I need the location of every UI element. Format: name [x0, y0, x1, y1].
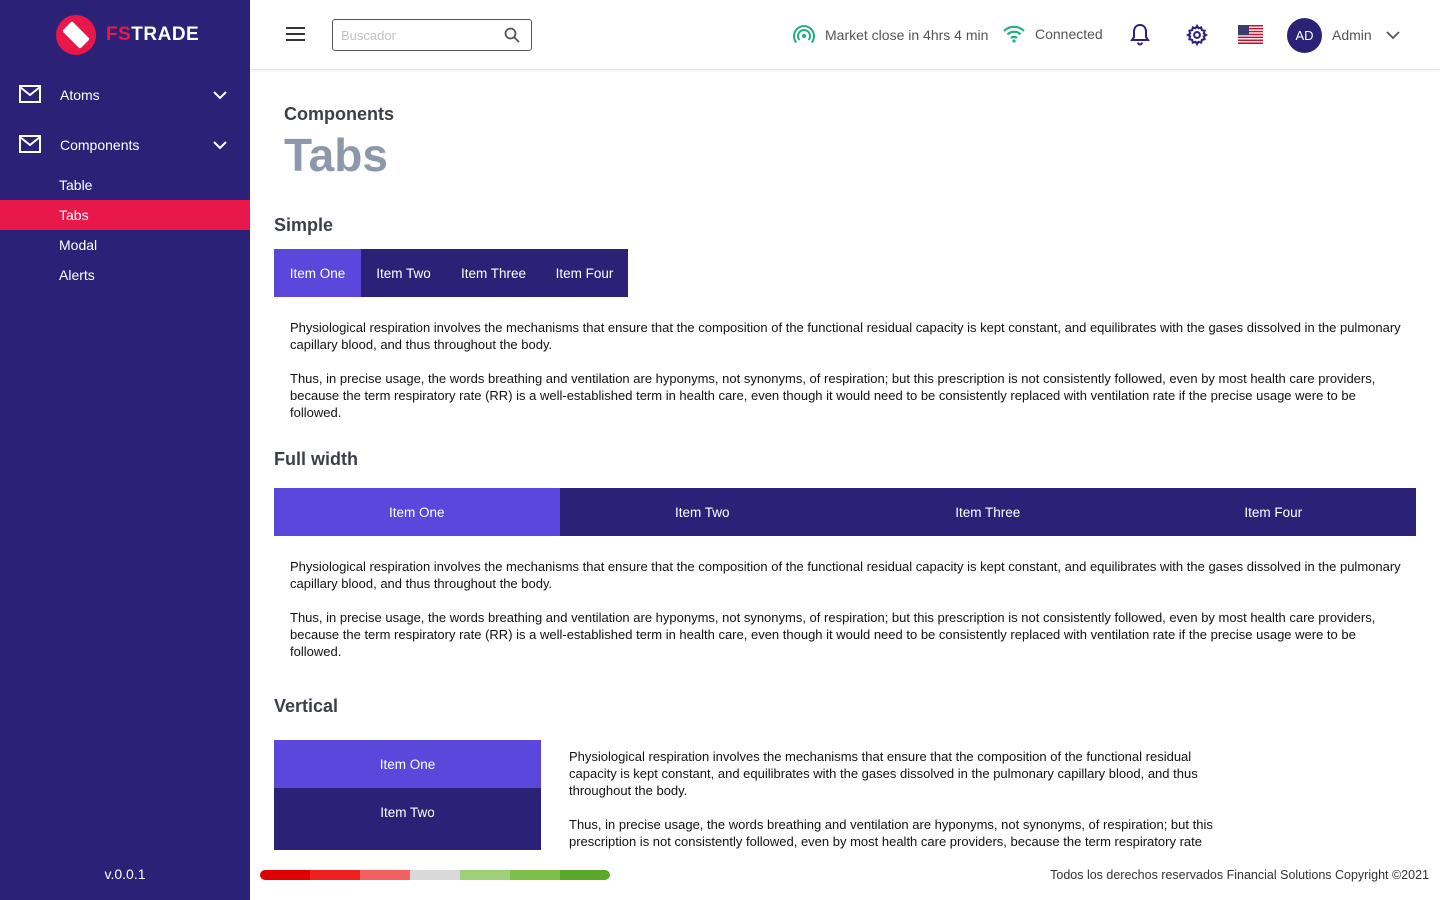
mail-icon	[19, 135, 41, 153]
bell-icon[interactable]	[1130, 23, 1150, 47]
tab-content-paragraph: Physiological respiration involves the m…	[290, 320, 1401, 352]
risk-indicator-bar	[260, 870, 610, 880]
tab-content-paragraph: Thus, in precise usage, the words breath…	[290, 610, 1376, 659]
sidebar-item-table[interactable]: Table	[0, 170, 250, 200]
copyright-text: Todos los derechos reservados Financial …	[1050, 868, 1429, 882]
brand-name: FSTRADE	[106, 24, 200, 45]
tab-item-one[interactable]: Item One	[274, 488, 560, 536]
section-title-full-width: Full width	[274, 449, 358, 469]
risk-segment	[360, 870, 410, 880]
section-title-simple: Simple	[274, 215, 334, 235]
logo-icon	[56, 15, 96, 55]
search-box	[332, 19, 532, 51]
us-flag-icon[interactable]	[1238, 25, 1263, 44]
risk-segment	[260, 870, 310, 880]
vertical-tabs: Item One Item Two	[274, 740, 541, 850]
simple-tabs: Item One Item Two Item Three Item Four	[274, 249, 628, 297]
tab-item-three[interactable]: Item Three	[446, 249, 541, 297]
tab-item-four[interactable]: Item Four	[541, 249, 628, 297]
tab-item-two[interactable]: Item Two	[559, 488, 845, 536]
section-title-vertical: Vertical	[274, 696, 339, 716]
chevron-down-icon[interactable]	[212, 87, 228, 103]
sidebar: FSTRADE Atoms Components Table Tabs Moda…	[0, 0, 250, 900]
menu-toggle-button[interactable]	[286, 26, 306, 42]
sidebar-item-modal[interactable]: Modal	[0, 230, 250, 260]
mail-icon	[19, 85, 41, 103]
sidebar-group-atoms[interactable]: Atoms	[0, 75, 250, 115]
sidebar-group-components[interactable]: Components	[0, 125, 250, 165]
risk-segment	[510, 870, 560, 880]
top-header: Market close in 4hrs 4 min Connected AD …	[250, 0, 1440, 70]
tab-content-paragraph: Thus, in precise usage, the words breath…	[290, 371, 1376, 420]
tab-item-two[interactable]: Item Two	[274, 788, 541, 836]
broadcast-icon	[793, 25, 815, 44]
sidebar-group-label: Components	[60, 137, 140, 153]
sidebar-item-alerts[interactable]: Alerts	[0, 260, 250, 290]
market-status: Market close in 4hrs 4 min	[793, 25, 988, 45]
app-version: v.0.0.1	[104, 866, 146, 882]
tab-content-paragraph: Physiological respiration involves the m…	[569, 749, 1198, 798]
tab-content-paragraph: Physiological respiration involves the m…	[290, 559, 1401, 591]
sidebar-item-tabs[interactable]: Tabs	[0, 200, 250, 230]
breadcrumb: Components	[284, 104, 394, 124]
chevron-down-icon[interactable]	[212, 137, 228, 153]
full-width-tabs: Item One Item Two Item Three Item Four	[274, 488, 1416, 536]
sidebar-group-label: Atoms	[60, 87, 100, 103]
brand-logo[interactable]: FSTRADE	[56, 15, 199, 55]
gear-icon[interactable]	[1186, 23, 1208, 47]
search-icon[interactable]	[503, 26, 521, 44]
tab-item-four[interactable]: Item Four	[1130, 488, 1416, 536]
tab-content-paragraph: Thus, in precise usage, the words breath…	[569, 817, 1213, 849]
risk-segment	[410, 870, 460, 880]
market-status-text: Market close in 4hrs 4 min	[825, 27, 989, 43]
search-input[interactable]	[341, 26, 501, 44]
tab-item-one[interactable]: Item One	[274, 740, 541, 788]
wifi-icon	[1003, 25, 1025, 43]
connection-status-text: Connected	[1035, 26, 1103, 42]
risk-segment	[310, 870, 360, 880]
risk-segment	[560, 870, 610, 880]
page-title: Tabs	[284, 129, 388, 181]
tab-item-two[interactable]: Item Two	[361, 249, 446, 297]
user-name[interactable]: Admin	[1332, 27, 1372, 43]
avatar[interactable]: AD	[1287, 18, 1322, 53]
tab-item-three[interactable]: Item Three	[845, 488, 1131, 536]
tab-item-one[interactable]: Item One	[274, 249, 361, 297]
risk-segment	[460, 870, 510, 880]
connection-status: Connected	[1003, 25, 1103, 43]
chevron-down-icon[interactable]	[1386, 28, 1400, 42]
